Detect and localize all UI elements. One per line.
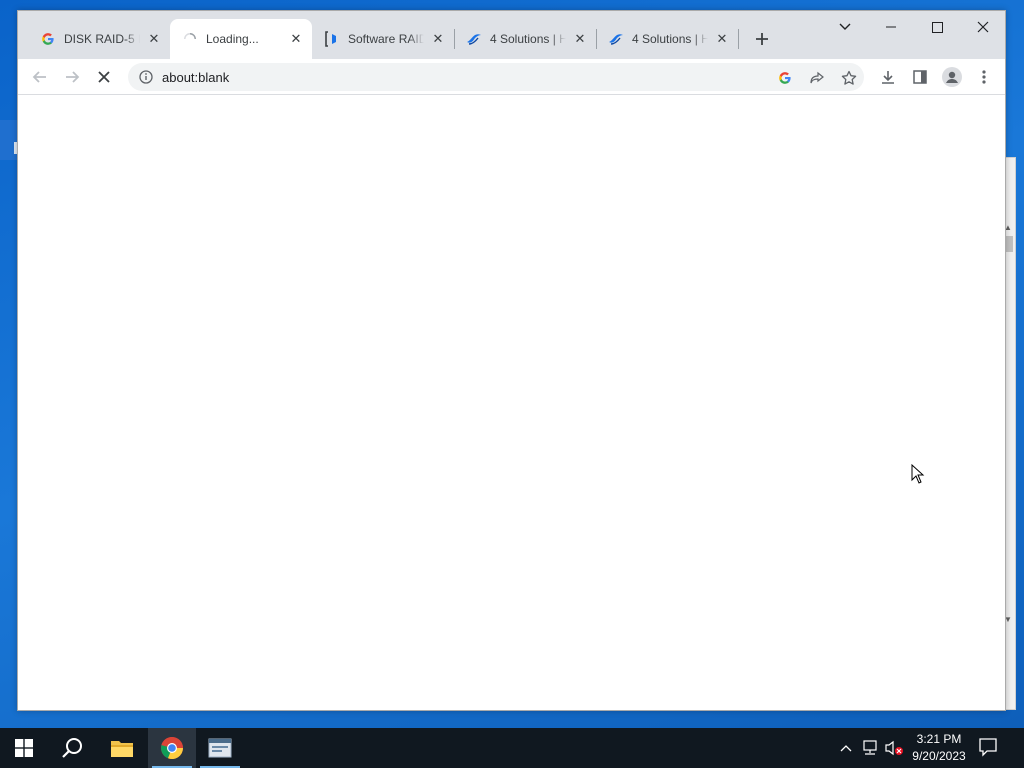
- tab-title: 4 Solutions | H: [490, 32, 566, 46]
- tab-strip: DISK RAID-5 D ✕ Loading... ✕ Software RA…: [18, 11, 1005, 59]
- google-g-icon: [40, 31, 56, 47]
- tab-4-solutions-a[interactable]: 4 Solutions | H ✕: [454, 19, 596, 59]
- tab-software-raid[interactable]: Software RAID ✕: [312, 19, 454, 59]
- side-panel-icon[interactable]: [906, 63, 934, 91]
- page-content-blank[interactable]: [18, 96, 1005, 710]
- download-icon[interactable]: [874, 63, 902, 91]
- forward-arrow-icon[interactable]: [58, 63, 86, 91]
- tab-close-icon[interactable]: ✕: [146, 31, 162, 47]
- bookmark-star-icon[interactable]: [840, 69, 858, 87]
- tab-title: DISK RAID-5 D: [64, 32, 140, 46]
- minimize-icon[interactable]: [868, 11, 914, 43]
- blue-swirl-icon: [608, 31, 624, 47]
- show-hidden-icons-chevron-icon[interactable]: [836, 738, 856, 758]
- tab-search-chevron-icon[interactable]: [822, 11, 868, 43]
- loading-spinner-icon: [182, 31, 198, 47]
- volume-muted-icon[interactable]: [884, 738, 904, 758]
- tab-4-solutions-b[interactable]: 4 Solutions | H ✕: [596, 19, 738, 59]
- windows-start-icon[interactable]: [0, 728, 48, 768]
- back-arrow-icon[interactable]: [26, 63, 54, 91]
- tab-disk-raid[interactable]: DISK RAID-5 D ✕: [28, 19, 170, 59]
- file-explorer-icon[interactable]: [98, 728, 146, 768]
- share-icon[interactable]: [808, 69, 826, 87]
- address-bar[interactable]: about:blank: [128, 63, 864, 91]
- address-url[interactable]: about:blank: [162, 70, 864, 85]
- clock-date: 9/20/2023: [912, 749, 966, 763]
- tab-close-icon[interactable]: ✕: [714, 31, 730, 47]
- browser-window: DISK RAID-5 D ✕ Loading... ✕ Software RA…: [17, 10, 1006, 711]
- blue-swirl-icon: [466, 31, 482, 47]
- action-center-icon[interactable]: [978, 737, 1002, 759]
- doc-bracket-icon: [324, 31, 340, 47]
- profile-avatar-icon[interactable]: [938, 63, 966, 91]
- search-icon[interactable]: [48, 728, 96, 768]
- network-icon[interactable]: [860, 738, 880, 758]
- clock-time: 3:21 PM: [916, 732, 962, 746]
- tab-title: Software RAID: [348, 32, 424, 46]
- stop-loading-icon[interactable]: [90, 63, 118, 91]
- tab-title: 4 Solutions | H: [632, 32, 708, 46]
- site-info-icon[interactable]: [138, 69, 154, 85]
- tab-close-icon[interactable]: ✕: [288, 31, 304, 47]
- tab-separator: [738, 29, 739, 49]
- taskbar: 3:21 PM 9/20/2023: [0, 728, 1024, 768]
- tab-loading[interactable]: Loading... ✕: [170, 19, 312, 59]
- google-lens-icon[interactable]: [776, 69, 794, 87]
- tab-close-icon[interactable]: ✕: [430, 31, 446, 47]
- close-window-icon[interactable]: [960, 11, 1006, 43]
- more-menu-icon[interactable]: [970, 63, 998, 91]
- chrome-taskbar-icon[interactable]: [148, 728, 196, 768]
- tab-title: Loading...: [206, 32, 259, 46]
- app-window-taskbar-icon[interactable]: [196, 728, 244, 768]
- browser-toolbar: about:blank: [18, 59, 1005, 95]
- mouse-cursor-icon: [911, 463, 925, 489]
- maximize-icon[interactable]: [914, 11, 960, 43]
- tab-close-icon[interactable]: ✕: [572, 31, 588, 47]
- desktop-window-edge: [0, 120, 18, 160]
- system-clock[interactable]: 3:21 PM 9/20/2023: [906, 731, 972, 765]
- new-tab-plus-icon[interactable]: [748, 25, 776, 53]
